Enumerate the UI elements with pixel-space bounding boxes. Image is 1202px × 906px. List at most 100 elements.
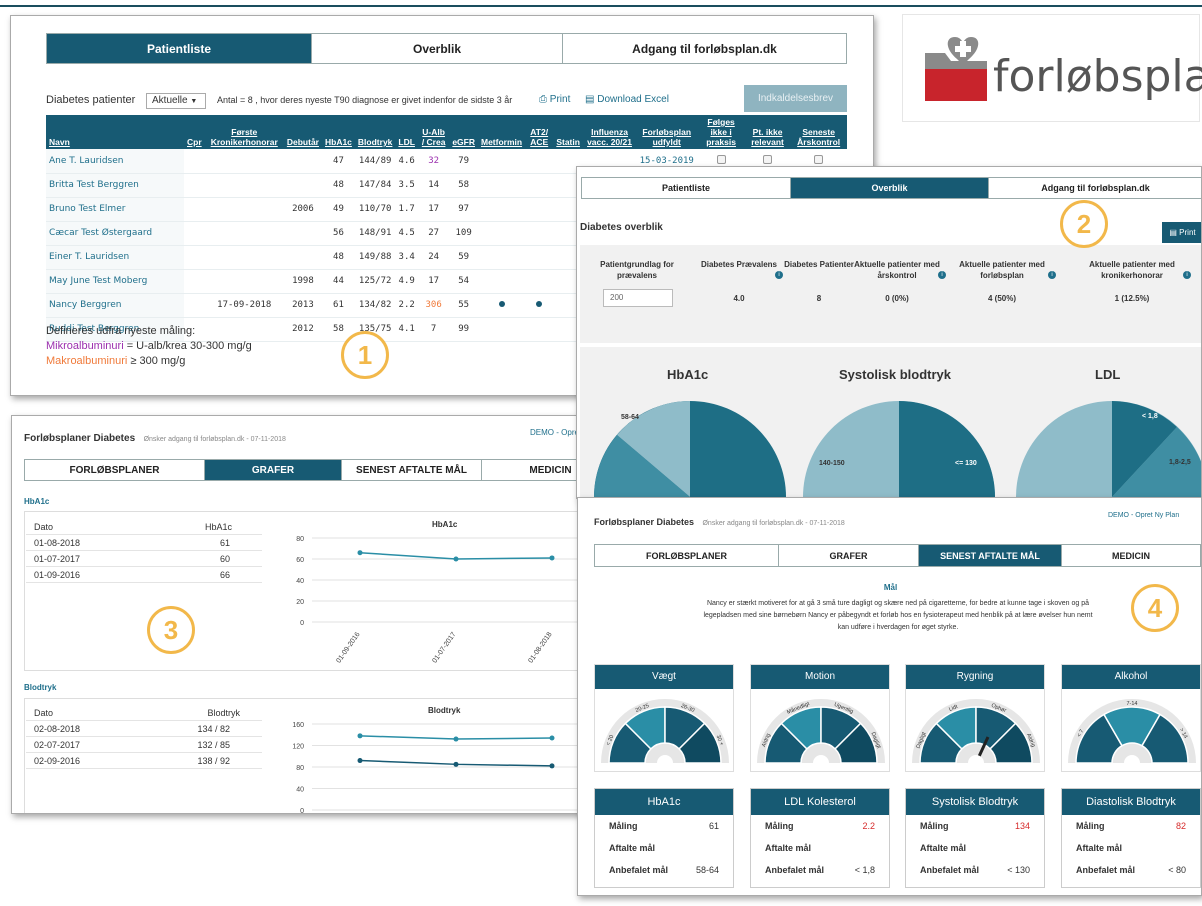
tab-senest-aftalte-maal[interactable]: SENEST AFTALTE MÅL — [919, 545, 1062, 566]
new-plan-link[interactable]: Opret Ny Plan — [1135, 512, 1179, 519]
ualb-cell: 17 — [417, 197, 450, 222]
table-row: 02-07-2017 132 / 85 — [26, 737, 262, 753]
card-row-label: Anbefalet mål — [1076, 865, 1136, 875]
data-point — [357, 733, 363, 739]
column-header[interactable]: Influenza vacc. 20/21 — [582, 115, 637, 149]
column-header[interactable]: AT2/ ACE — [525, 115, 554, 149]
patient-name-link[interactable]: Nancy Berggren — [46, 293, 184, 318]
at2-cell — [525, 149, 554, 174]
checkbox[interactable] — [716, 154, 726, 164]
legend-title: Defineres udfra nyeste måling: — [46, 325, 196, 337]
measure-card: Diastolisk Blodtryk Måling 82 Aftalte mål An… — [1061, 788, 1201, 888]
cpr-cell — [184, 149, 205, 174]
column-header[interactable]: Cpr — [184, 115, 205, 149]
status-dropdown[interactable]: Aktuelle ▼ — [146, 93, 206, 109]
patient-name-link[interactable]: Bruno Test Elmer — [46, 197, 184, 222]
bp-cell: 149/88 — [354, 245, 396, 270]
card-title: HbA1c — [595, 789, 733, 815]
ualb-cell: 306 — [417, 293, 450, 318]
tab-forloebsplaner[interactable]: FORLØBSPLANER — [595, 545, 779, 566]
tab-forloebsplaner[interactable]: FORLØBSPLANER — [25, 460, 205, 480]
tab-grafer[interactable]: GRAFER — [779, 545, 919, 566]
cpr-cell — [184, 173, 205, 198]
first-fee-cell: 17-09-2018 — [204, 293, 284, 318]
link-separator: - — [1130, 512, 1134, 519]
card-row-label: Anbefalet mål — [765, 865, 825, 875]
ualb-cell: 14 — [417, 173, 450, 198]
graphs-panel: Forløbsplaner Diabetes Ønsker adgang til… — [11, 415, 641, 814]
column-header[interactable]: Blodtryk — [354, 115, 396, 149]
tab-overblik[interactable]: Overblik — [312, 34, 563, 63]
value-cell: 132 / 85 — [197, 739, 230, 750]
caret-down-icon: ▼ — [190, 98, 198, 105]
egfr-cell: 55 — [449, 293, 478, 318]
column-header[interactable]: eGFR — [449, 115, 478, 149]
patient-name-link[interactable]: May June Test Moberg — [46, 269, 184, 294]
column-header[interactable]: U-Alb / Crea — [417, 115, 450, 149]
cpr-cell — [184, 245, 205, 270]
bp-table: Dato Blodtryk 02-08-2018 134 / 82 02-07-201… — [26, 705, 262, 769]
pie-label-hba1c-1: 58-64 — [621, 414, 639, 421]
table-row: 01-08-2018 61 — [26, 535, 262, 551]
column-header[interactable]: Første Kronikerhonorar — [204, 115, 284, 149]
patient-name-link[interactable]: Ane T. Lauridsen — [46, 149, 184, 174]
egfr-cell: 109 — [449, 221, 478, 246]
gauge-title: Alkohol — [1062, 665, 1200, 689]
checkbox[interactable] — [814, 154, 824, 164]
first-fee-cell — [204, 269, 284, 294]
column-header[interactable]: HbA1c — [321, 115, 355, 149]
download-excel-link[interactable]: ▤ Download Excel — [585, 94, 669, 105]
tab-medicin[interactable]: MEDICIN — [1062, 545, 1200, 566]
tab-grafer[interactable]: GRAFER — [205, 460, 342, 480]
demo-link[interactable]: DEMO — [1108, 512, 1129, 519]
y-tick-label: 0 — [300, 808, 304, 814]
card-title: LDL Kolesterol — [751, 789, 889, 815]
column-header[interactable]: Forløbsplan udfyldt — [636, 115, 698, 149]
column-header[interactable]: Statin — [553, 115, 583, 149]
pie-label-sys-1: 140-150 — [819, 460, 845, 467]
first-fee-cell — [204, 197, 284, 222]
ualb-cell: 27 — [417, 221, 450, 246]
date-cell: 01-09-2016 — [34, 569, 81, 580]
column-header[interactable]: Metformin — [477, 115, 526, 149]
ldl-cell: 4.6 — [395, 149, 418, 174]
column-header[interactable]: Pt. ikke relevant — [744, 115, 791, 149]
egfr-cell: 99 — [449, 317, 478, 342]
cpr-cell — [184, 269, 205, 294]
date-cell: 01-07-2017 — [34, 553, 81, 564]
column-header[interactable]: Følges ikke i praksis — [697, 115, 745, 149]
column-header[interactable]: Navn — [46, 115, 184, 149]
cpr-cell — [184, 221, 205, 246]
patient-name-link[interactable]: Cæcar Test Østergaard — [46, 221, 184, 246]
hba1c-cell: 47 — [321, 149, 355, 174]
column-header[interactable]: LDL — [395, 115, 418, 149]
p4-links: DEMO - Opret Ny Plan — [1108, 512, 1179, 519]
tab-adgang[interactable]: Adgang til forløbsplan.dk — [563, 34, 846, 63]
gauge-label: 7-14 — [1126, 701, 1137, 707]
step-badge-4: 4 — [1131, 584, 1179, 632]
step-badge-3: 3 — [147, 606, 195, 654]
tab-senest-aftalte-maal[interactable]: SENEST AFTALTE MÅL — [342, 460, 482, 480]
first-fee-cell — [204, 317, 284, 342]
column-header[interactable]: Seneste Årskontrol — [790, 115, 847, 149]
first-fee-cell — [204, 149, 284, 174]
checkbox[interactable] — [763, 154, 773, 164]
legend-macro-rest: ≥ 300 mg/g — [127, 355, 186, 367]
data-point — [453, 761, 459, 767]
patient-name-link[interactable]: Einer T. Lauridsen — [46, 245, 184, 270]
letter-button[interactable]: Indkaldelsesbrev — [744, 85, 847, 112]
link-separator: - — [556, 428, 559, 437]
card-row-label: Aftalte mål — [1076, 843, 1123, 853]
demo-link[interactable]: DEMO — [530, 428, 554, 437]
print-link[interactable]: ⎙ Print — [539, 94, 570, 105]
card-row: Aftalte mål — [595, 837, 733, 859]
patient-name-link[interactable]: Britta Test Berggren — [46, 173, 184, 198]
egfr-cell: 54 — [449, 269, 478, 294]
date-cell: 02-07-2017 — [34, 739, 81, 750]
gauge-card: Rygning Dagligt Lidt Ophør Aldrig — [905, 664, 1045, 772]
debut-cell — [283, 221, 322, 246]
tab-patientliste[interactable]: Patientliste — [47, 34, 312, 63]
data-point — [453, 556, 459, 562]
y-tick-label: 160 — [292, 722, 304, 729]
column-header[interactable]: Debutår — [283, 115, 322, 149]
